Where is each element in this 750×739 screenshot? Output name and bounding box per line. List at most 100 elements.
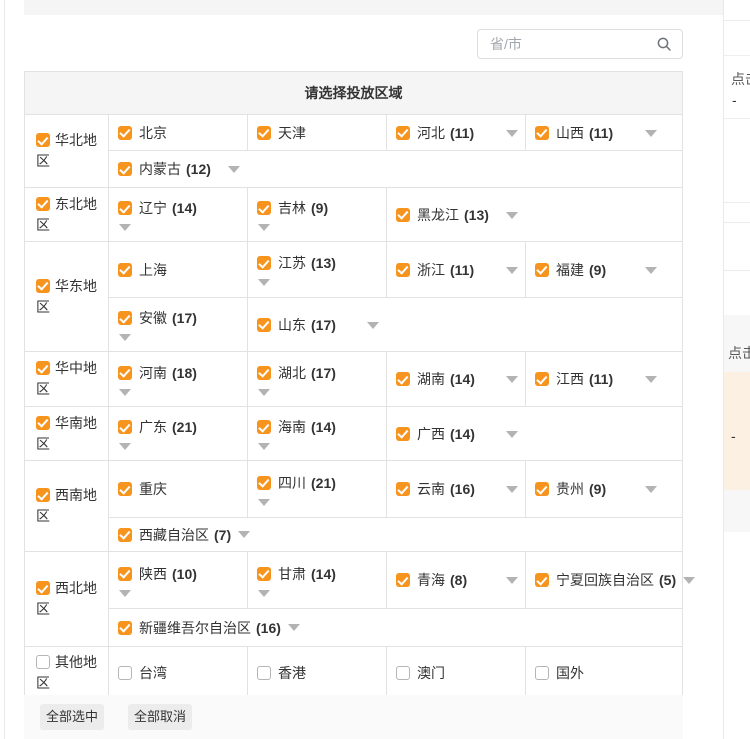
checkbox-unchecked-icon[interactable] — [118, 666, 132, 680]
chevron-down-icon[interactable] — [645, 267, 657, 274]
chevron-down-icon[interactable] — [506, 130, 518, 137]
province-cell[interactable]: 江苏(13) — [248, 242, 387, 297]
province-cell[interactable]: 天津 — [248, 115, 387, 150]
chevron-down-icon[interactable] — [228, 166, 240, 173]
chevron-down-icon[interactable] — [258, 279, 270, 286]
checkbox-checked-icon[interactable] — [257, 567, 271, 581]
region-cell[interactable]: 西南地区 — [25, 461, 109, 551]
checkbox-checked-icon[interactable] — [36, 133, 50, 147]
region-cell[interactable]: 东北地区 — [25, 188, 109, 241]
chevron-down-icon[interactable] — [506, 486, 518, 493]
province-cell[interactable]: 河北(11) — [387, 115, 526, 150]
chevron-down-icon[interactable] — [506, 267, 518, 274]
checkbox-checked-icon[interactable] — [36, 197, 50, 211]
province-cell[interactable]: 湖南(14) — [387, 352, 526, 406]
region-cell[interactable]: 华北地区 — [25, 115, 109, 187]
checkbox-checked-icon[interactable] — [36, 581, 50, 595]
chevron-down-icon[interactable] — [645, 130, 657, 137]
checkbox-checked-icon[interactable] — [396, 372, 410, 386]
region-cell[interactable]: 华南地区 — [25, 407, 109, 460]
province-cell[interactable]: 北京 — [109, 115, 248, 150]
checkbox-unchecked-icon[interactable] — [396, 666, 410, 680]
province-cell[interactable]: 上海 — [109, 242, 248, 297]
checkbox-checked-icon[interactable] — [36, 488, 50, 502]
chevron-down-icon[interactable] — [645, 376, 657, 383]
checkbox-checked-icon[interactable] — [36, 361, 50, 375]
province-cell[interactable]: 内蒙古(12) — [109, 151, 682, 187]
chevron-down-icon[interactable] — [367, 322, 379, 329]
checkbox-checked-icon[interactable] — [396, 263, 410, 277]
checkbox-checked-icon[interactable] — [118, 366, 132, 380]
province-cell[interactable]: 香港 — [248, 647, 387, 699]
search-input[interactable] — [478, 36, 656, 52]
checkbox-checked-icon[interactable] — [118, 311, 132, 325]
checkbox-checked-icon[interactable] — [535, 372, 549, 386]
province-cell[interactable]: 广西(14) — [387, 407, 682, 460]
checkbox-checked-icon[interactable] — [257, 318, 271, 332]
checkbox-checked-icon[interactable] — [396, 427, 410, 441]
province-cell[interactable]: 黑龙江(13) — [387, 188, 682, 241]
chevron-down-icon[interactable] — [258, 224, 270, 231]
cancel-all-button[interactable]: 全部取消 — [128, 704, 192, 730]
checkbox-checked-icon[interactable] — [118, 482, 132, 496]
checkbox-checked-icon[interactable] — [396, 126, 410, 140]
chevron-down-icon[interactable] — [119, 224, 131, 231]
search-box[interactable] — [477, 29, 683, 59]
checkbox-checked-icon[interactable] — [396, 208, 410, 222]
checkbox-checked-icon[interactable] — [257, 366, 271, 380]
checkbox-checked-icon[interactable] — [36, 279, 50, 293]
province-cell[interactable]: 山东(17) — [248, 298, 682, 351]
province-cell[interactable]: 重庆 — [109, 461, 248, 517]
province-cell[interactable]: 四川(21) — [248, 461, 387, 517]
checkbox-checked-icon[interactable] — [396, 573, 410, 587]
province-cell[interactable]: 贵州(9) — [526, 461, 682, 517]
chevron-down-icon[interactable] — [119, 334, 131, 341]
province-cell[interactable]: 吉林(9) — [248, 188, 387, 241]
province-cell[interactable]: 青海(8) — [387, 552, 526, 608]
checkbox-checked-icon[interactable] — [257, 126, 271, 140]
chevron-down-icon[interactable] — [506, 376, 518, 383]
chevron-down-icon[interactable] — [506, 577, 518, 584]
chevron-down-icon[interactable] — [288, 624, 300, 631]
region-cell[interactable]: 华东地区 — [25, 242, 109, 351]
region-cell[interactable]: 其他地区 — [25, 647, 109, 699]
checkbox-checked-icon[interactable] — [118, 567, 132, 581]
province-cell[interactable]: 澳门 — [387, 647, 526, 699]
chevron-down-icon[interactable] — [238, 531, 250, 538]
chevron-down-icon[interactable] — [506, 212, 518, 219]
select-all-button[interactable]: 全部选中 — [40, 704, 104, 730]
province-cell[interactable]: 甘肃(14) — [248, 552, 387, 608]
province-cell[interactable]: 云南(16) — [387, 461, 526, 517]
chevron-down-icon[interactable] — [119, 590, 131, 597]
chevron-down-icon[interactable] — [258, 590, 270, 597]
checkbox-checked-icon[interactable] — [118, 263, 132, 277]
province-cell[interactable]: 台湾 — [109, 647, 248, 699]
checkbox-checked-icon[interactable] — [535, 263, 549, 277]
province-cell[interactable]: 西藏自治区(7) — [109, 518, 682, 551]
province-cell[interactable]: 广东(21) — [109, 407, 248, 460]
checkbox-checked-icon[interactable] — [257, 420, 271, 434]
chevron-down-icon[interactable] — [258, 499, 270, 506]
province-cell[interactable]: 国外 — [526, 647, 682, 699]
chevron-down-icon[interactable] — [258, 443, 270, 450]
checkbox-checked-icon[interactable] — [36, 416, 50, 430]
checkbox-unchecked-icon[interactable] — [257, 666, 271, 680]
province-cell[interactable]: 安徽(17) — [109, 298, 248, 351]
province-cell[interactable]: 宁夏回族自治区(5) — [526, 552, 682, 608]
checkbox-checked-icon[interactable] — [118, 201, 132, 215]
checkbox-checked-icon[interactable] — [118, 621, 132, 635]
checkbox-checked-icon[interactable] — [257, 201, 271, 215]
checkbox-checked-icon[interactable] — [118, 420, 132, 434]
chevron-down-icon[interactable] — [119, 443, 131, 450]
checkbox-checked-icon[interactable] — [257, 476, 271, 490]
checkbox-checked-icon[interactable] — [535, 573, 549, 587]
province-cell[interactable]: 辽宁(14) — [109, 188, 248, 241]
checkbox-checked-icon[interactable] — [118, 126, 132, 140]
checkbox-checked-icon[interactable] — [118, 162, 132, 176]
region-cell[interactable]: 华中地区 — [25, 352, 109, 406]
checkbox-unchecked-icon[interactable] — [36, 655, 50, 669]
province-cell[interactable]: 河南(18) — [109, 352, 248, 406]
province-cell[interactable]: 湖北(17) — [248, 352, 387, 406]
province-cell[interactable]: 陕西(10) — [109, 552, 248, 608]
checkbox-checked-icon[interactable] — [535, 126, 549, 140]
